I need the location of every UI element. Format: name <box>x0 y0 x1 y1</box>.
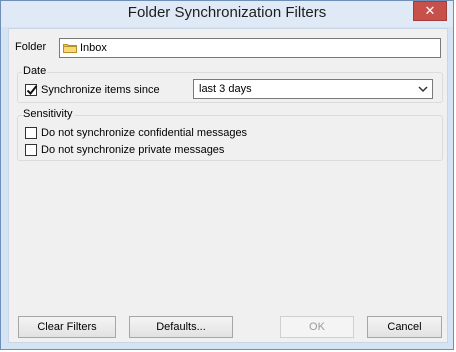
cancel-button[interactable]: Cancel <box>367 316 442 338</box>
chevron-down-icon <box>418 86 428 93</box>
title-bar[interactable]: Folder Synchronization Filters ✕ <box>1 1 453 27</box>
sensitivity-group-title: Sensitivity <box>22 108 74 120</box>
date-range-value: last 3 days <box>199 83 252 95</box>
folder-field: Inbox <box>59 38 441 58</box>
close-icon: ✕ <box>424 3 436 18</box>
close-button[interactable]: ✕ <box>413 1 447 21</box>
date-group-title: Date <box>22 65 48 77</box>
no-private-checkbox[interactable] <box>25 144 37 156</box>
folder-icon <box>63 44 77 53</box>
defaults-button[interactable]: Defaults... <box>129 316 233 338</box>
date-range-select[interactable]: last 3 days <box>193 79 433 99</box>
sync-since-label[interactable]: Synchronize items since <box>41 84 160 96</box>
dialog-body: Folder Inbox Date Synchronize items sinc… <box>8 28 448 343</box>
clear-filters-button[interactable]: Clear Filters <box>18 316 116 338</box>
folder-label: Folder <box>15 41 47 53</box>
no-confidential-checkbox[interactable] <box>25 127 37 139</box>
dialog-window: Folder Synchronization Filters ✕ Folder … <box>0 0 454 350</box>
ok-button[interactable]: OK <box>280 316 354 338</box>
no-private-label[interactable]: Do not synchronize private messages <box>41 144 224 156</box>
folder-value: Inbox <box>80 42 107 54</box>
no-confidential-label[interactable]: Do not synchronize confidential messages <box>41 127 247 139</box>
checkmark-icon <box>26 85 38 95</box>
sync-since-checkbox[interactable] <box>25 84 38 96</box>
dialog-title: Folder Synchronization Filters <box>127 4 327 21</box>
